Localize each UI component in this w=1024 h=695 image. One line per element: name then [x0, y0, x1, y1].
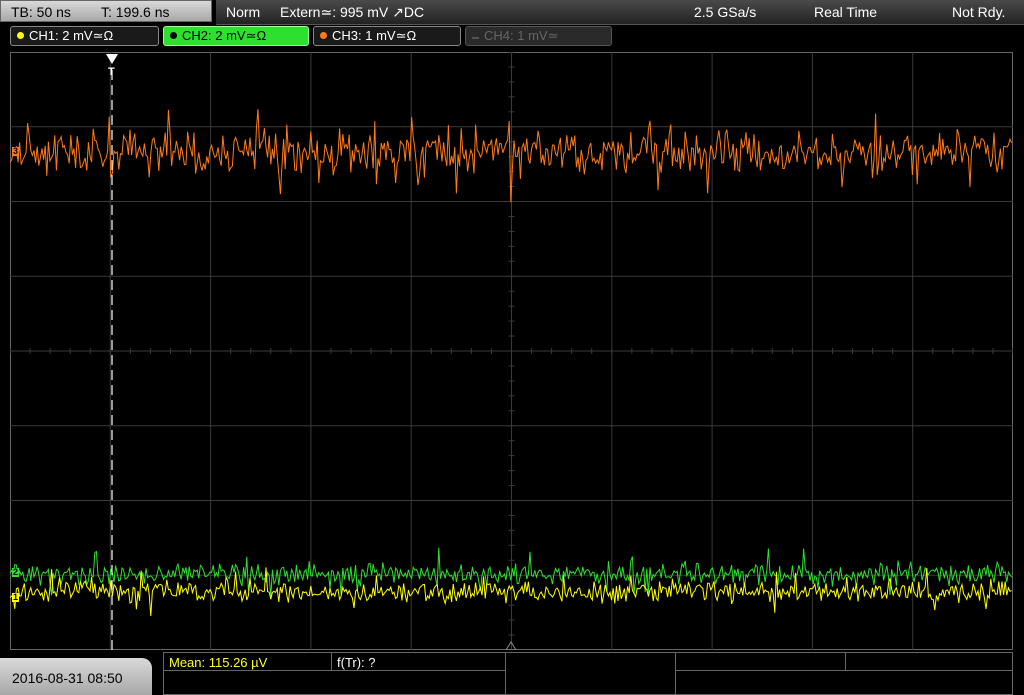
acquisition-status: Not Rdy.: [952, 4, 1006, 20]
top-bar: TB: 50 ns T: 199.6 ns Norm Extern≃: 995 …: [0, 0, 1024, 25]
channel-1-dot-icon: [17, 32, 24, 39]
waveform-plot: [10, 52, 1013, 650]
channel-4-dash-icon: [472, 37, 479, 39]
measurement-slot-6[interactable]: [164, 671, 506, 695]
channel-1-label: CH1: 2 mV≃Ω: [29, 28, 114, 43]
frequency-measurement[interactable]: f(Tr): ?: [332, 653, 506, 671]
channel-3-dot-icon: [320, 32, 327, 39]
mean-measurement[interactable]: Mean: 115.26 µV: [164, 653, 332, 671]
measurement-slot-3[interactable]: [506, 653, 676, 695]
channel-3-button[interactable]: CH3: 1 mV≃Ω: [313, 26, 461, 46]
measurement-slot-5[interactable]: [846, 653, 1012, 671]
acquisition-mode: Real Time: [814, 4, 878, 20]
measurement-slot-4[interactable]: [676, 653, 846, 671]
trigger-source[interactable]: Extern≃: 995 mV ↗DC: [280, 4, 424, 21]
channel-1-ground-marker[interactable]: 1: [12, 593, 20, 602]
measurement-panel[interactable]: Mean: 115.26 µV f(Tr): ?: [163, 652, 1013, 695]
channel-4-button[interactable]: CH4: 1 mV≃: [465, 26, 612, 46]
datetime-box: 2016-08-31 08:50: [0, 658, 152, 695]
channel-3-ground-marker[interactable]: 3: [12, 147, 20, 156]
trigger-mode[interactable]: Norm: [226, 4, 260, 20]
trigger-marker: T: [108, 66, 115, 78]
footer: 2016-08-31 08:50 Mean: 115.26 µV f(Tr): …: [0, 652, 1024, 695]
sample-rate: 2.5 GSa/s: [694, 4, 757, 20]
channel-3-trace: [10, 109, 1013, 203]
channel-2-dot-icon: [170, 32, 177, 39]
status-bar: Norm Extern≃: 995 mV ↗DC 2.5 GSa/s Real …: [216, 0, 1024, 25]
traces: [10, 109, 1013, 617]
channel-4-label: CH4: 1 mV≃: [484, 28, 559, 43]
channel-bar: CH1: 2 mV≃Ω CH2: 2 mV≃Ω CH3: 1 mV≃Ω CH4:…: [0, 26, 1024, 48]
trigger-time-label: T: 199.6 ns: [101, 4, 170, 20]
timebase-box[interactable]: TB: 50 ns T: 199.6 ns: [0, 0, 212, 22]
channel-2-label: CH2: 2 mV≃Ω: [182, 28, 267, 43]
channel-3-label: CH3: 1 mV≃Ω: [332, 28, 417, 43]
channel-2-button[interactable]: CH2: 2 mV≃Ω: [163, 26, 309, 46]
graticule: [10, 52, 1013, 650]
channel-2-ground-marker[interactable]: 2: [12, 568, 20, 577]
channel-1-button[interactable]: CH1: 2 mV≃Ω: [10, 26, 159, 46]
timebase-label: TB: 50 ns: [11, 4, 71, 20]
